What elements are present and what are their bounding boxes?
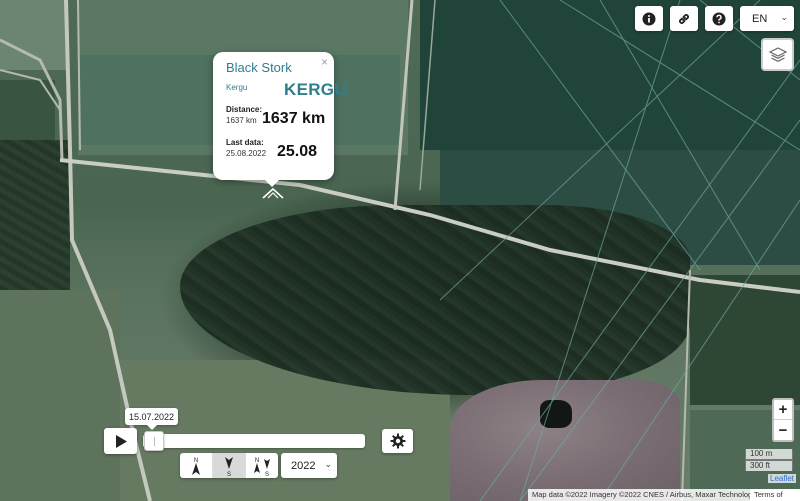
distance-big: 1637 km bbox=[262, 110, 326, 127]
year-select[interactable]: 2022 ⌄ bbox=[281, 453, 337, 478]
timeline-date-tooltip: 15.07.2022 bbox=[125, 408, 178, 430]
bird-name-row: Kergu KERGU bbox=[226, 80, 347, 100]
north-south-arrows-icon: N S bbox=[254, 458, 270, 477]
distance-row: 1637 km 1637 km bbox=[226, 110, 334, 136]
zoom-control: + − bbox=[772, 398, 794, 442]
info-button[interactable] bbox=[635, 6, 663, 31]
chevron-down-icon: ⌄ bbox=[324, 459, 332, 469]
last-data-small: 25.08.2022 bbox=[226, 149, 267, 158]
year-value: 2022 bbox=[291, 459, 316, 472]
direction-south-button[interactable]: S bbox=[213, 453, 246, 478]
terms-of-use-link[interactable]: Terms of Use bbox=[750, 489, 800, 501]
leaflet-link[interactable]: Leaflet bbox=[768, 474, 797, 483]
settings-button[interactable] bbox=[382, 429, 413, 453]
bird-name-small: Kergu bbox=[226, 83, 248, 92]
south-label: S bbox=[227, 472, 231, 477]
south-arrow-icon: S bbox=[225, 456, 233, 477]
satellite-map[interactable] bbox=[0, 0, 800, 501]
zoom-in-button[interactable]: + bbox=[774, 400, 792, 420]
close-icon[interactable]: × bbox=[321, 55, 328, 69]
link-button[interactable] bbox=[670, 6, 698, 31]
map-roads bbox=[0, 0, 800, 501]
timeline-slider[interactable] bbox=[143, 434, 365, 448]
timeline-slider-handle[interactable] bbox=[144, 431, 164, 451]
bird-name-big: KERGU bbox=[284, 80, 347, 99]
scale-metric: 100 m bbox=[745, 449, 793, 460]
direction-north-button[interactable]: N bbox=[180, 453, 213, 478]
distance-small: 1637 km bbox=[226, 116, 257, 125]
help-icon bbox=[712, 12, 726, 25]
scale-imperial: 300 ft bbox=[745, 460, 793, 471]
last-data-row: 25.08.2022 25.08 bbox=[226, 143, 334, 169]
direction-toggle-group: N S N S bbox=[180, 453, 278, 478]
language-value: EN bbox=[752, 12, 768, 25]
last-data-big: 25.08 bbox=[277, 143, 318, 160]
chevron-down-icon: ⌄ bbox=[780, 12, 788, 22]
language-select[interactable]: EN ⌄ bbox=[740, 6, 794, 31]
link-icon bbox=[679, 13, 689, 24]
popup-tip bbox=[264, 179, 280, 187]
layers-icon bbox=[768, 46, 787, 62]
map-attribution: Map data ©2022 Imagery ©2022 CNES / Airb… bbox=[528, 489, 766, 501]
help-button[interactable] bbox=[705, 6, 733, 31]
bird-marker-icon[interactable] bbox=[262, 186, 284, 200]
gear-icon bbox=[390, 433, 405, 449]
bird-info-popup: × Black Stork Kergu KERGU Distance: 1637… bbox=[213, 52, 347, 180]
layers-button[interactable] bbox=[761, 38, 794, 71]
info-icon bbox=[642, 12, 656, 25]
play-icon bbox=[115, 434, 127, 448]
both-south-label: S bbox=[265, 472, 269, 477]
direction-both-button[interactable]: N S bbox=[246, 453, 278, 478]
north-arrow-icon: N bbox=[192, 458, 200, 475]
play-button[interactable] bbox=[104, 428, 137, 454]
zoom-out-button[interactable]: − bbox=[774, 420, 792, 440]
species-name: Black Stork bbox=[226, 60, 292, 75]
